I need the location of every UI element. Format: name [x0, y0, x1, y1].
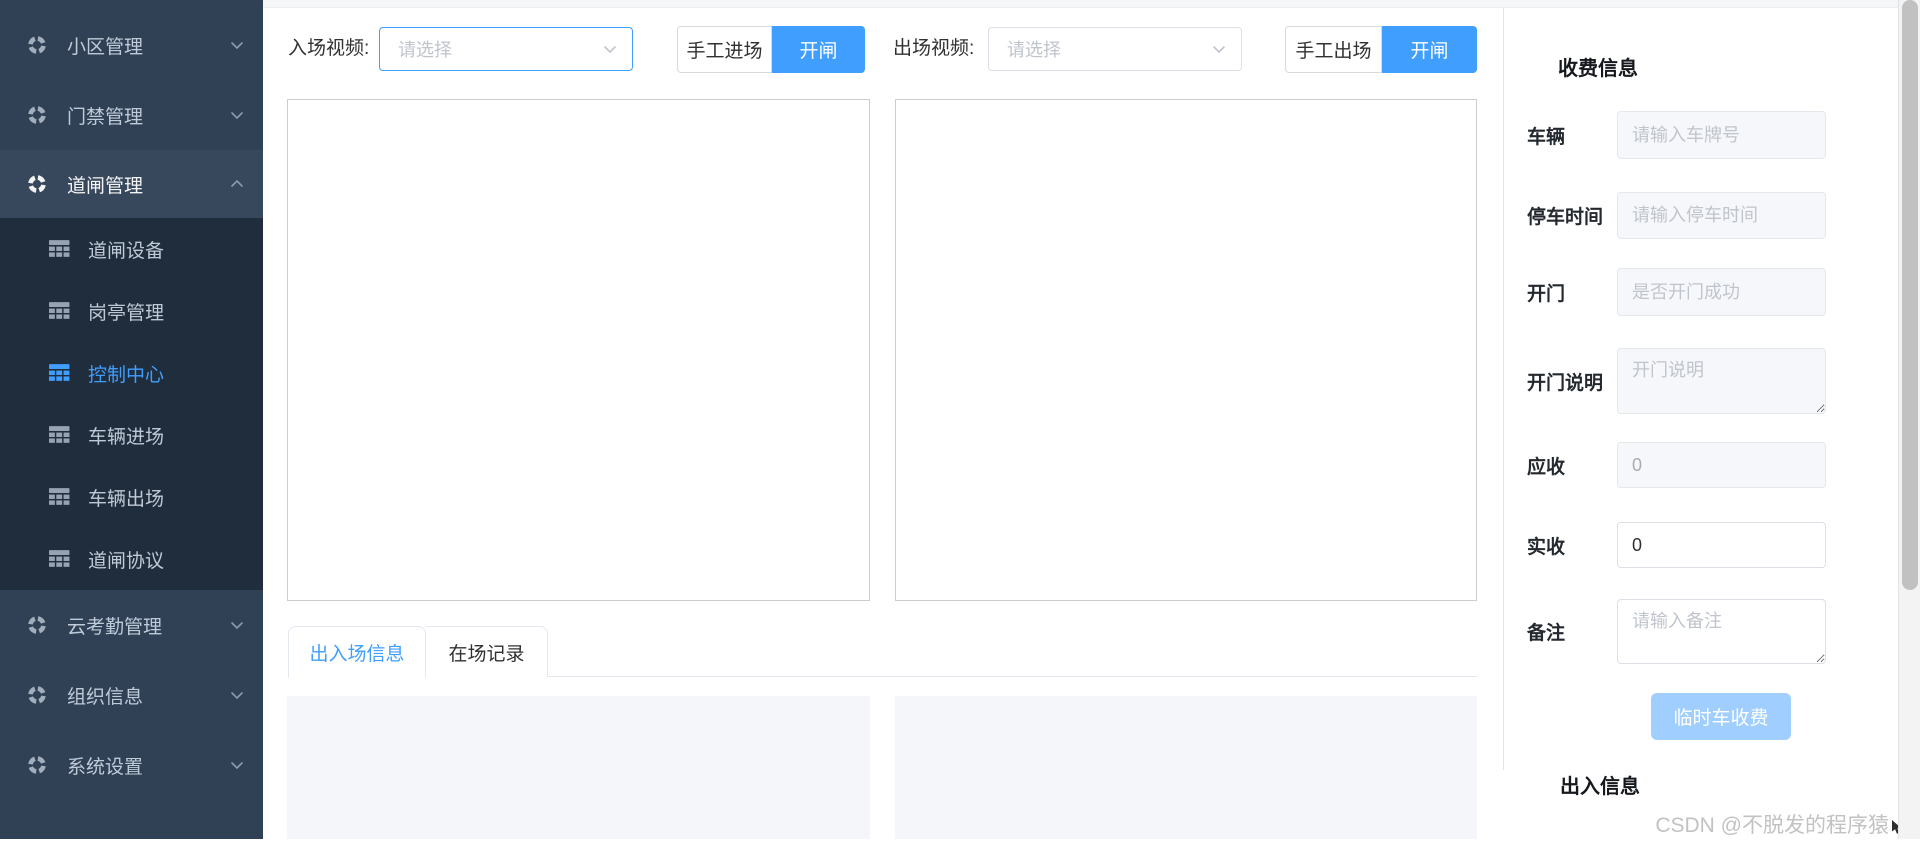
entry-records-placeholder — [287, 696, 870, 839]
manual-entry-button[interactable]: 手工进场 — [677, 26, 772, 73]
sidebar-item-label: 岗亭管理 — [88, 302, 165, 324]
exit-video-select-placeholder: 请选择 — [1007, 40, 1061, 60]
parking-time-field-row: 停车时间 — [1527, 192, 1826, 239]
gate-management-icon — [27, 174, 47, 194]
sidebar-item-vehicle-exit[interactable]: 车辆出场 — [0, 466, 263, 528]
remark-field-row: 备注 — [1527, 599, 1826, 664]
cloud-attendance-icon — [27, 615, 47, 635]
sidebar-item-label: 道闸设备 — [88, 240, 165, 262]
parking-time-input[interactable] — [1617, 192, 1826, 239]
exit-button-group: 手工出场 开闸 — [1285, 26, 1477, 73]
table-icon — [49, 240, 70, 258]
exit-video-label: 出场视频: — [893, 38, 975, 59]
sidebar-item-gate-management[interactable]: 道闸管理 — [0, 150, 263, 218]
tab-entry-exit-info[interactable]: 出入场信息 — [288, 626, 426, 678]
door-open-note-textarea[interactable] — [1617, 348, 1826, 414]
page-scrollbar[interactable] — [1898, 0, 1920, 839]
sidebar-item-label: 道闸协议 — [88, 550, 165, 572]
manual-exit-button[interactable]: 手工出场 — [1285, 26, 1382, 73]
sidebar-item-system-settings[interactable]: 系统设置 — [0, 730, 263, 800]
chevron-down-icon — [1211, 41, 1227, 57]
door-open-label: 开门 — [1527, 283, 1566, 305]
entry-button-group: 手工进场 开闸 — [677, 26, 865, 73]
gate-management-submenu: 道闸设备 岗亭管理 控制中心 车辆进场 车辆出场 道闸协议 — [0, 218, 263, 590]
receivable-field-row: 应收 — [1527, 442, 1826, 488]
sidebar-item-label: 系统设置 — [67, 756, 144, 778]
sidebar-item-gate-devices[interactable]: 道闸设备 — [0, 218, 263, 280]
sidebar-item-label: 组织信息 — [67, 686, 144, 708]
entry-open-gate-button[interactable]: 开闸 — [772, 26, 865, 73]
sidebar-item-label: 门禁管理 — [67, 106, 144, 128]
sidebar-item-cloud-attendance[interactable]: 云考勤管理 — [0, 590, 263, 660]
scrollbar-thumb[interactable] — [1902, 0, 1918, 590]
access-panel-title: 出入信息 — [1560, 776, 1640, 798]
sidebar-item-sentry-box-management[interactable]: 岗亭管理 — [0, 280, 263, 342]
system-settings-icon — [27, 755, 47, 775]
records-tabbar: 出入场信息 在场记录 — [288, 626, 1477, 678]
vehicle-label: 车辆 — [1527, 126, 1566, 148]
sidebar-item-control-center[interactable]: 控制中心 — [0, 342, 263, 404]
table-icon — [49, 426, 70, 444]
table-icon — [49, 488, 70, 506]
exit-video-select[interactable]: 请选择 — [988, 27, 1242, 71]
exit-records-placeholder — [895, 696, 1477, 839]
org-info-icon — [27, 685, 47, 705]
sidebar-item-community-management[interactable]: 小区管理 — [0, 10, 263, 80]
vehicle-plate-input[interactable] — [1617, 111, 1826, 159]
chevron-down-icon — [229, 37, 245, 53]
temp-car-charge-button[interactable]: 临时车收费 — [1651, 693, 1791, 740]
receivable-label: 应收 — [1527, 456, 1566, 478]
sidebar-item-label: 车辆出场 — [88, 488, 165, 510]
vehicle-field-row: 车辆 — [1527, 111, 1826, 159]
sidebar: 小区管理 门禁管理 道闸管理 道闸设备 岗亭管理 控制中心 车辆进场 车辆出场 … — [0, 0, 263, 839]
chevron-up-icon — [229, 176, 245, 192]
sidebar-item-label: 控制中心 — [88, 364, 165, 386]
sidebar-item-vehicle-entry[interactable]: 车辆进场 — [0, 404, 263, 466]
entry-video-select[interactable]: 请选择 — [379, 27, 633, 71]
watermark: CSDN @不脱发的程序猿 — [1655, 809, 1904, 839]
exit-open-gate-button[interactable]: 开闸 — [1382, 26, 1477, 73]
door-open-input[interactable] — [1617, 268, 1826, 316]
receivable-input[interactable] — [1617, 442, 1826, 488]
sidebar-item-label: 小区管理 — [67, 36, 144, 58]
fee-panel-divider — [1503, 8, 1504, 770]
sidebar-item-label: 云考勤管理 — [67, 616, 163, 638]
received-input[interactable] — [1617, 522, 1826, 568]
table-icon — [49, 364, 70, 382]
chevron-down-icon — [229, 687, 245, 703]
chevron-down-icon — [229, 617, 245, 633]
entry-video-select-placeholder: 请选择 — [398, 40, 452, 60]
table-icon — [49, 302, 70, 320]
top-strip — [263, 0, 1898, 8]
table-icon — [49, 550, 70, 568]
remark-label: 备注 — [1527, 623, 1566, 644]
door-access-management-icon — [27, 105, 47, 125]
parking-time-label: 停车时间 — [1527, 207, 1604, 228]
sidebar-item-org-info[interactable]: 组织信息 — [0, 660, 263, 730]
sidebar-item-gate-protocol[interactable]: 道闸协议 — [0, 528, 263, 590]
entry-video-label: 入场视频: — [288, 38, 370, 59]
door-open-field-row: 开门 — [1527, 268, 1826, 316]
tab-onsite-records[interactable]: 在场记录 — [426, 626, 548, 677]
watermark-text: CSDN @不脱发的程序猿 — [1655, 814, 1889, 837]
entry-video-panel — [287, 99, 870, 601]
door-open-note-field-row: 开门说明 — [1527, 348, 1826, 414]
sidebar-item-label: 车辆进场 — [88, 426, 165, 448]
door-open-note-label: 开门说明 — [1527, 372, 1604, 394]
chevron-down-icon — [229, 107, 245, 123]
community-management-icon — [27, 35, 47, 55]
sidebar-item-door-access-management[interactable]: 门禁管理 — [0, 80, 263, 150]
received-field-row: 实收 — [1527, 522, 1826, 568]
chevron-down-icon — [602, 41, 618, 57]
remark-textarea[interactable] — [1617, 599, 1826, 664]
exit-video-panel — [895, 99, 1477, 601]
received-label: 实收 — [1527, 536, 1566, 558]
sidebar-item-label: 道闸管理 — [67, 175, 144, 197]
chevron-down-icon — [229, 757, 245, 773]
fee-panel-title: 收费信息 — [1558, 58, 1638, 80]
